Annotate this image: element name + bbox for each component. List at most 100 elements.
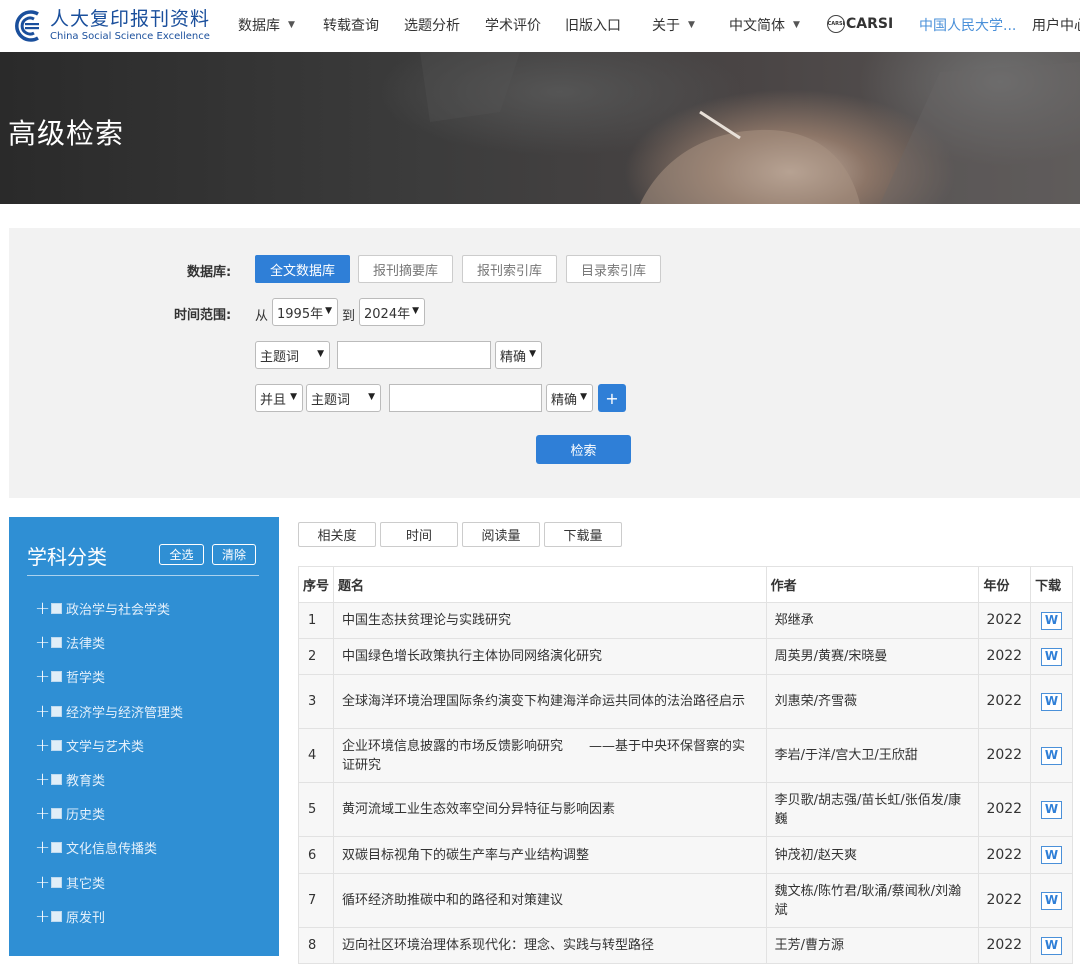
word-download-icon[interactable]: W (1041, 846, 1063, 864)
article-title-link[interactable]: 全球海洋环境治理国际条约演变下构建海洋命运共同体的法治路径启示 (332, 674, 767, 729)
search-term-input-1[interactable] (337, 341, 491, 369)
expand-plus-icon[interactable]: + (35, 872, 50, 893)
category-checkbox[interactable] (51, 636, 62, 648)
sort-by-reads-button[interactable]: 阅读量 (462, 522, 540, 547)
category-item-culture-communication[interactable]: + 文化信息传播类 (35, 837, 157, 858)
article-title-link[interactable]: 中国绿色增长政策执行主体协同网络演化研究 (332, 638, 767, 675)
nav-item-carsi[interactable]: CARSI CARSI (827, 15, 893, 33)
category-checkbox[interactable] (51, 876, 62, 888)
category-label: 政治学与社会学类 (66, 602, 171, 618)
category-checkbox[interactable] (51, 841, 62, 853)
db-option-abstract[interactable]: 报刊摘要库 (358, 255, 453, 283)
nav-item-institution[interactable]: 中国人民大学... (919, 15, 1016, 35)
table-row: 8 迈向社区环境治理体系现代化：理念、实践与转型路径 王芳/曹方源 2022 W (298, 927, 1073, 964)
nav-label: 转载查询 (323, 18, 379, 34)
category-item-other[interactable]: + 其它类 (35, 872, 105, 893)
sort-by-relevance-button[interactable]: 相关度 (298, 522, 376, 547)
category-checkbox[interactable] (51, 807, 62, 819)
table-row: 4 企业环境信息披露的市场反馈影响研究 ——基于中央环保督察的实证研究 李岩/于… (298, 728, 1073, 783)
clear-button[interactable]: 清除 (212, 544, 256, 565)
nav-item-language[interactable]: 中文简体 ▼ (729, 15, 800, 35)
table-row: 2 中国绿色增长政策执行主体协同网络演化研究 周英男/黄赛/宋晓曼 2022 W (298, 638, 1073, 675)
word-download-icon[interactable]: W (1041, 692, 1063, 711)
search-submit-button[interactable]: 检索 (536, 435, 631, 464)
db-option-index[interactable]: 报刊索引库 (462, 255, 557, 283)
category-checkbox[interactable] (51, 739, 62, 751)
category-item-history[interactable]: + 历史类 (35, 803, 105, 824)
expand-plus-icon[interactable]: + (35, 632, 50, 653)
expand-plus-icon[interactable]: + (35, 906, 50, 927)
nav-item-reprint-query[interactable]: 转载查询 (323, 15, 379, 35)
match-select-1[interactable]: 精确 ▼ (495, 341, 542, 369)
category-item-education[interactable]: + 教育类 (35, 769, 106, 790)
category-item-politics-sociology[interactable]: + 政治学与社会学类 (35, 598, 171, 619)
sort-by-time-button[interactable]: 时间 (380, 522, 458, 547)
from-label: 从 (255, 309, 269, 324)
nav-label: 中国人民大学... (919, 18, 1017, 34)
article-title-link[interactable]: 中国生态扶贫理论与实践研究 (332, 602, 767, 639)
article-title-link[interactable]: 企业环境信息披露的市场反馈影响研究 ——基于中央环保督察的实证研究 (332, 728, 767, 783)
logic-select-2[interactable]: 并且 ▼ (255, 384, 303, 412)
word-download-icon[interactable]: W (1041, 746, 1063, 765)
article-title-link[interactable]: 迈向社区环境治理体系现代化：理念、实践与转型路径 (332, 927, 767, 964)
db-option-catalog[interactable]: 目录索引库 (566, 255, 661, 283)
category-checkbox[interactable] (51, 705, 62, 717)
add-condition-button[interactable]: + (598, 384, 626, 412)
article-authors: 王芳/曹方源 (765, 927, 980, 964)
nav-label: 中文简体 (729, 18, 785, 34)
download-cell: W (1030, 728, 1073, 783)
category-item-original-journals[interactable]: + 原发刊 (35, 906, 105, 927)
category-checkbox[interactable] (51, 602, 62, 614)
expand-plus-icon[interactable]: + (35, 598, 50, 619)
chevron-down-icon: ▼ (580, 392, 587, 402)
article-year: 2022 (978, 927, 1032, 964)
word-download-icon[interactable]: W (1041, 611, 1063, 630)
row-number: 8 (298, 927, 334, 964)
select-value: 精确 (500, 349, 527, 365)
word-download-icon[interactable]: W (1041, 891, 1063, 910)
expand-plus-icon[interactable]: + (35, 769, 50, 790)
article-title-link[interactable]: 循环经济助推碳中和的路径和对策建议 (332, 873, 767, 928)
expand-plus-icon[interactable]: + (35, 803, 50, 824)
word-download-icon[interactable]: W (1041, 800, 1063, 819)
expand-plus-icon[interactable]: + (35, 735, 50, 756)
expand-plus-icon[interactable]: + (35, 701, 50, 722)
expand-plus-icon[interactable]: + (35, 837, 50, 858)
chevron-down-icon: ▼ (325, 306, 332, 316)
select-value: 精确 (551, 392, 578, 408)
nav-item-database[interactable]: 数据库 ▼ (238, 15, 295, 35)
field-select-2[interactable]: 主题词 ▼ (306, 384, 381, 412)
expand-plus-icon[interactable]: + (35, 666, 50, 687)
nav-item-user-center[interactable]: 用户中心 (1032, 15, 1080, 35)
word-download-icon[interactable]: W (1041, 936, 1063, 955)
nav-label: CARSI (846, 16, 894, 32)
field-select-1[interactable]: 主题词 ▼ (255, 341, 330, 369)
to-year-select[interactable]: 2024年 ▼ (359, 298, 425, 326)
nav-item-old-version[interactable]: 旧版入口 (565, 15, 621, 35)
page-banner: 高级检索 (0, 52, 1080, 204)
select-all-button[interactable]: 全选 (159, 544, 204, 565)
category-checkbox[interactable] (51, 773, 62, 785)
category-item-economics[interactable]: + 经济学与经济管理类 (35, 701, 183, 722)
nav-item-academic-evaluation[interactable]: 学术评价 (485, 15, 541, 35)
search-term-input-2[interactable] (389, 384, 542, 412)
nav-label: 学术评价 (485, 18, 541, 34)
sort-by-downloads-button[interactable]: 下载量 (544, 522, 622, 547)
category-checkbox[interactable] (51, 670, 62, 682)
category-item-philosophy[interactable]: + 哲学类 (35, 666, 105, 687)
match-select-2[interactable]: 精确 ▼ (546, 384, 593, 412)
category-item-literature-art[interactable]: + 文学与艺术类 (35, 735, 144, 756)
article-title-link[interactable]: 黄河流域工业生态效率空间分异特征与影响因素 (332, 782, 767, 837)
from-year-select[interactable]: 1995年 ▼ (272, 298, 338, 326)
table-row: 7 循环经济助推碳中和的路径和对策建议 魏文栋/陈竹君/耿涌/蔡闻秋/刘瀚斌 2… (298, 873, 1073, 928)
db-option-fulltext[interactable]: 全文数据库 (255, 255, 350, 283)
site-logo[interactable]: 人大复印报刊资料 China Social Science Excellence (8, 8, 210, 44)
nav-item-topic-analysis[interactable]: 选题分析 (404, 15, 460, 35)
category-checkbox[interactable] (51, 910, 62, 922)
article-title-link[interactable]: 双碳目标视角下的碳生产率与产业结构调整 (332, 836, 767, 874)
word-download-icon[interactable]: W (1041, 647, 1063, 666)
article-year: 2022 (978, 728, 1032, 783)
category-item-law[interactable]: + 法律类 (35, 632, 105, 653)
nav-item-about[interactable]: 关于 ▼ (652, 15, 695, 35)
category-label: 教育类 (66, 773, 106, 789)
